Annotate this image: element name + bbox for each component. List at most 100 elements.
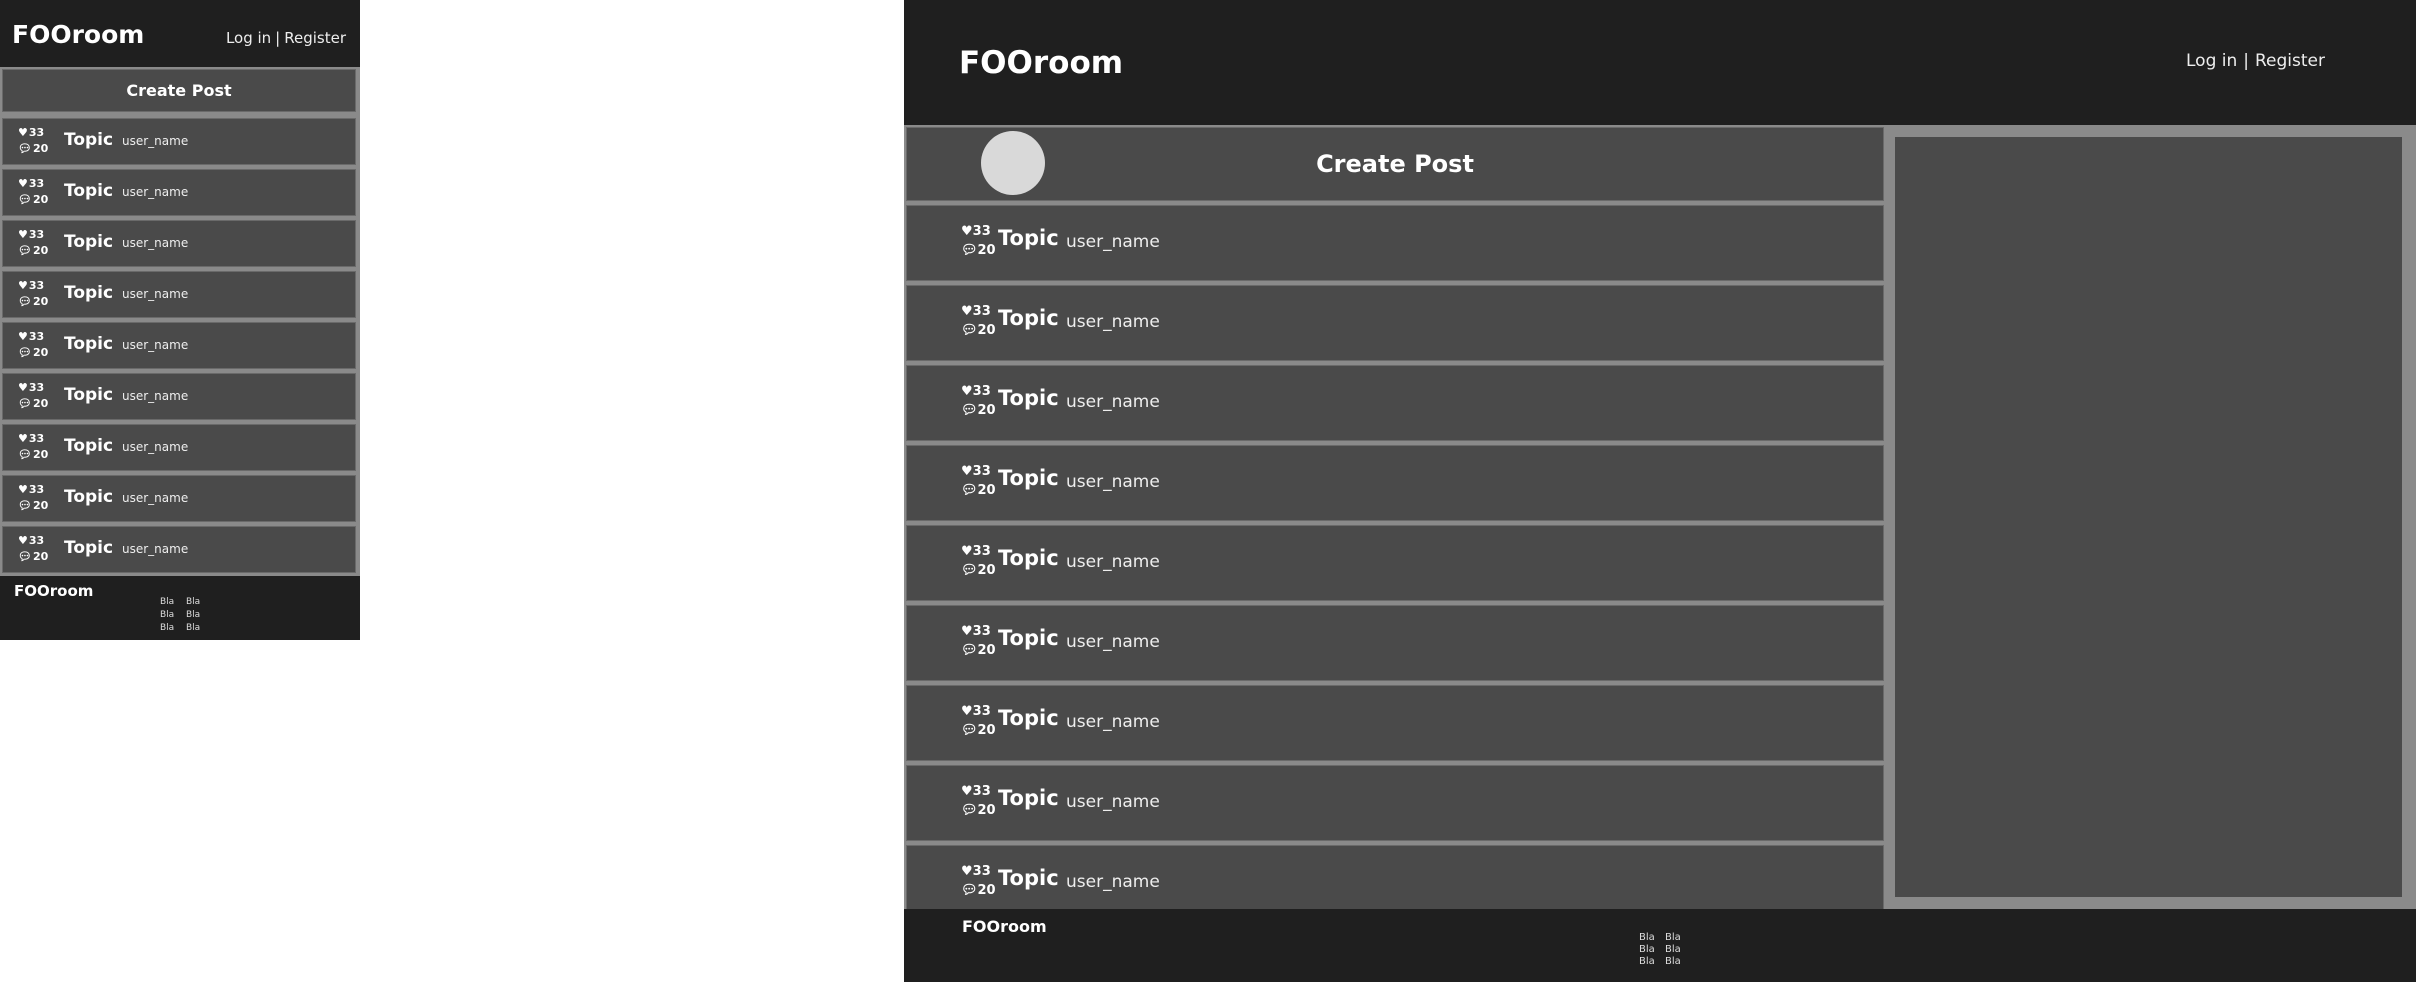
footer-link[interactable]: Bla	[1665, 944, 1691, 956]
heart-icon[interactable]: ♥	[961, 384, 973, 399]
post-row[interactable]: ♥33 💬︎20 Topic user_name	[906, 365, 1884, 441]
comment-bubble-icon[interactable]: 💬︎	[18, 448, 32, 461]
post-topic[interactable]: Topic	[64, 385, 113, 405]
post-topic[interactable]: Topic	[998, 546, 1059, 570]
post-username[interactable]: user_name	[122, 440, 188, 454]
create-post-button[interactable]: Create Post	[907, 150, 1883, 178]
comment-bubble-icon[interactable]: 💬︎	[18, 142, 32, 155]
footer-link[interactable]: Bla	[1639, 956, 1665, 968]
post-row[interactable]: ♥33 💬︎20 Topic user_name	[2, 424, 356, 471]
heart-icon[interactable]: ♥	[961, 624, 973, 639]
heart-icon[interactable]: ♥	[18, 534, 28, 547]
site-logo[interactable]: FOOroom	[12, 20, 144, 49]
heart-icon[interactable]: ♥	[961, 544, 973, 559]
post-username[interactable]: user_name	[122, 236, 188, 250]
post-username[interactable]: user_name	[122, 491, 188, 505]
post-row[interactable]: ♥33 💬︎20 Topic user_name	[2, 271, 356, 318]
register-link[interactable]: Register	[284, 29, 346, 47]
post-topic[interactable]: Topic	[998, 466, 1059, 490]
post-topic[interactable]: Topic	[64, 538, 113, 558]
post-row[interactable]: ♥33 💬︎20 Topic user_name	[2, 322, 356, 369]
heart-icon[interactable]: ♥	[18, 279, 28, 292]
post-topic[interactable]: Topic	[64, 283, 113, 303]
post-topic[interactable]: Topic	[64, 130, 113, 150]
comment-bubble-icon[interactable]: 💬︎	[18, 397, 32, 410]
post-topic[interactable]: Topic	[64, 181, 113, 201]
heart-icon[interactable]: ♥	[961, 784, 973, 799]
heart-icon[interactable]: ♥	[18, 483, 28, 496]
footer-logo[interactable]: FOOroom	[14, 582, 93, 600]
heart-icon[interactable]: ♥	[961, 304, 973, 319]
post-username[interactable]: user_name	[122, 287, 188, 301]
post-row[interactable]: ♥33 💬︎20 Topic user_name	[2, 118, 356, 165]
comment-bubble-icon[interactable]: 💬︎	[961, 483, 978, 498]
post-row[interactable]: ♥33 💬︎20 Topic user_name	[906, 765, 1884, 841]
login-link[interactable]: Log in	[226, 29, 271, 47]
comment-bubble-icon[interactable]: 💬︎	[961, 723, 978, 738]
post-username[interactable]: user_name	[122, 389, 188, 403]
post-row[interactable]: ♥33 💬︎20 Topic user_name	[906, 445, 1884, 521]
post-topic[interactable]: Topic	[998, 626, 1059, 650]
comment-bubble-icon[interactable]: 💬︎	[961, 563, 978, 578]
login-link[interactable]: Log in	[2186, 51, 2237, 71]
post-topic[interactable]: Topic	[998, 866, 1059, 890]
comment-bubble-icon[interactable]: 💬︎	[961, 883, 978, 898]
post-topic[interactable]: Topic	[998, 786, 1059, 810]
register-link[interactable]: Register	[2255, 51, 2325, 71]
footer-link[interactable]: Bla	[186, 622, 212, 634]
comment-bubble-icon[interactable]: 💬︎	[961, 243, 978, 258]
post-username[interactable]: user_name	[122, 542, 188, 556]
footer-link[interactable]: Bla	[186, 609, 212, 621]
heart-icon[interactable]: ♥	[18, 330, 28, 343]
post-topic[interactable]: Topic	[998, 306, 1059, 330]
comment-bubble-icon[interactable]: 💬︎	[961, 803, 978, 818]
post-username[interactable]: user_name	[122, 185, 188, 199]
post-row[interactable]: ♥33 💬︎20 Topic user_name	[2, 526, 356, 573]
post-row[interactable]: ♥33 💬︎20 Topic user_name	[2, 475, 356, 522]
heart-icon[interactable]: ♥	[961, 464, 973, 479]
comment-bubble-icon[interactable]: 💬︎	[18, 499, 32, 512]
comment-bubble-icon[interactable]: 💬︎	[18, 550, 32, 563]
post-username[interactable]: user_name	[1066, 552, 1160, 572]
post-topic[interactable]: Topic	[64, 334, 113, 354]
create-post-bar[interactable]: Create Post	[906, 127, 1884, 201]
footer-link[interactable]: Bla	[186, 596, 212, 608]
post-username[interactable]: user_name	[122, 338, 188, 352]
post-row[interactable]: ♥33 💬︎20 Topic user_name	[906, 285, 1884, 361]
post-topic[interactable]: Topic	[998, 706, 1059, 730]
post-username[interactable]: user_name	[1066, 312, 1160, 332]
post-topic[interactable]: Topic	[998, 386, 1059, 410]
heart-icon[interactable]: ♥	[18, 432, 28, 445]
comment-bubble-icon[interactable]: 💬︎	[961, 403, 978, 418]
post-topic[interactable]: Topic	[64, 436, 113, 456]
heart-icon[interactable]: ♥	[961, 704, 973, 719]
post-username[interactable]: user_name	[122, 134, 188, 148]
post-username[interactable]: user_name	[1066, 232, 1160, 252]
comment-bubble-icon[interactable]: 💬︎	[18, 193, 32, 206]
heart-icon[interactable]: ♥	[18, 126, 28, 139]
post-topic[interactable]: Topic	[64, 232, 113, 252]
comment-bubble-icon[interactable]: 💬︎	[961, 643, 978, 658]
footer-link[interactable]: Bla	[1639, 932, 1665, 944]
post-username[interactable]: user_name	[1066, 792, 1160, 812]
post-row[interactable]: ♥33 💬︎20 Topic user_name	[906, 525, 1884, 601]
post-row[interactable]: ♥33 💬︎20 Topic user_name	[2, 169, 356, 216]
create-post-button[interactable]: Create Post	[2, 69, 356, 112]
post-username[interactable]: user_name	[1066, 472, 1160, 492]
footer-link[interactable]: Bla	[160, 609, 186, 621]
post-topic[interactable]: Topic	[998, 226, 1059, 250]
site-logo[interactable]: FOOroom	[959, 45, 1123, 81]
post-row[interactable]: ♥33 💬︎20 Topic user_name	[2, 220, 356, 267]
post-username[interactable]: user_name	[1066, 712, 1160, 732]
comment-bubble-icon[interactable]: 💬︎	[18, 295, 32, 308]
heart-icon[interactable]: ♥	[18, 381, 28, 394]
footer-logo[interactable]: FOOroom	[962, 917, 1047, 936]
footer-link[interactable]: Bla	[160, 622, 186, 634]
comment-bubble-icon[interactable]: 💬︎	[961, 323, 978, 338]
heart-icon[interactable]: ♥	[961, 864, 973, 879]
comment-bubble-icon[interactable]: 💬︎	[18, 346, 32, 359]
heart-icon[interactable]: ♥	[18, 228, 28, 241]
footer-link[interactable]: Bla	[160, 596, 186, 608]
footer-link[interactable]: Bla	[1639, 944, 1665, 956]
comment-bubble-icon[interactable]: 💬︎	[18, 244, 32, 257]
